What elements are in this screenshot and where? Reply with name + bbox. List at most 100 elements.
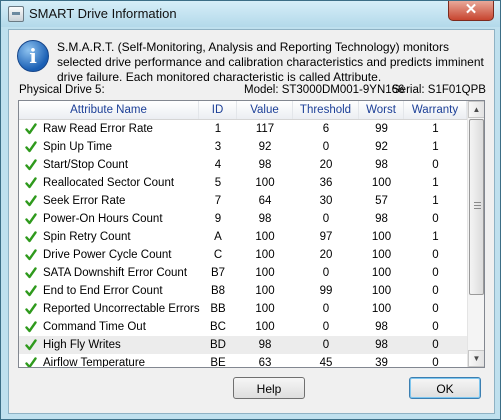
- scroll-up-button[interactable]: ▲: [468, 101, 484, 118]
- threshold-cell: 0: [322, 267, 330, 279]
- threshold-cell: 6: [322, 123, 330, 135]
- warranty-cell: 1: [432, 141, 439, 153]
- smart-description: S.M.A.R.T. (Self-Monitoring, Analysis an…: [57, 40, 484, 84]
- attributes-table: Attribute Name ID Value Threshold Worst …: [18, 100, 485, 368]
- worst-cell: 98: [375, 339, 388, 351]
- table-row[interactable]: End to End Error Count B8 100 99 100 0: [19, 282, 467, 300]
- worst-cell: 57: [375, 195, 388, 207]
- vertical-scrollbar[interactable]: ▲ ▼: [467, 101, 484, 367]
- green-check-icon: [25, 213, 37, 225]
- value-cell: 100: [255, 267, 275, 279]
- worst-cell: 100: [371, 285, 392, 297]
- table-body: Raw Read Error Rate 1 117 6 99 1 Spin Up Time 3…: [19, 120, 467, 368]
- attribute-name-cell: Airflow Temperature: [43, 357, 146, 368]
- header-value[interactable]: Value: [237, 101, 293, 119]
- value-cell: 98: [258, 213, 272, 225]
- thumb-grip: [474, 208, 481, 209]
- worst-cell: 99: [375, 123, 388, 135]
- value-cell: 100: [255, 285, 275, 297]
- warranty-cell: 0: [432, 159, 439, 171]
- serial-label: Serial: S1F01QPB: [392, 84, 486, 96]
- attribute-name-cell: Drive Power Cycle Count: [43, 249, 172, 261]
- drive-details: Physical Drive 5: Model: ST3000DM001-9YN…: [19, 84, 486, 100]
- scroll-down-button[interactable]: ▼: [468, 350, 484, 367]
- header-worst[interactable]: Worst: [359, 101, 404, 119]
- header-warranty[interactable]: Warranty: [404, 101, 467, 119]
- worst-cell: 98: [375, 213, 388, 225]
- threshold-cell: 0: [322, 141, 330, 153]
- warranty-cell: 0: [432, 339, 439, 351]
- warranty-cell: 0: [432, 213, 439, 225]
- help-button[interactable]: Help: [233, 377, 305, 399]
- worst-cell: 98: [375, 159, 388, 171]
- header-threshold[interactable]: Threshold: [293, 101, 359, 119]
- worst-cell: 39: [375, 357, 388, 368]
- id-cell: BE: [210, 357, 226, 368]
- id-cell: BC: [210, 321, 226, 333]
- green-check-icon: [25, 303, 37, 315]
- title-bar[interactable]: SMART Drive Information ✕: [1, 1, 500, 27]
- value-cell: 92: [258, 141, 272, 153]
- attribute-name-cell: End to End Error Count: [43, 285, 163, 297]
- warranty-cell: 0: [432, 285, 439, 297]
- table-row[interactable]: Reallocated Sector Count 5 100 36 100 1: [19, 174, 467, 192]
- value-cell: 98: [258, 159, 272, 171]
- thumb-grip: [474, 205, 481, 206]
- green-check-icon: [25, 267, 37, 279]
- close-button[interactable]: ✕: [448, 1, 494, 21]
- green-check-icon: [25, 249, 37, 261]
- attribute-name-cell: Start/Stop Count: [43, 159, 129, 171]
- warranty-cell: 0: [432, 303, 439, 315]
- warranty-cell: 0: [432, 267, 439, 279]
- table-header: Attribute Name ID Value Threshold Worst …: [19, 101, 467, 120]
- value-cell: 100: [255, 231, 275, 243]
- table-row[interactable]: Raw Read Error Rate 1 117 6 99 1: [19, 120, 467, 138]
- attribute-name-cell: Spin Up Time: [43, 141, 113, 153]
- threshold-cell: 97: [319, 231, 333, 243]
- id-cell: BD: [210, 339, 226, 351]
- attribute-name-cell: Command Time Out: [43, 321, 146, 333]
- id-cell: 9: [214, 213, 222, 225]
- table-row[interactable]: Seek Error Rate 7 64 30 57 1: [19, 192, 467, 210]
- table-row[interactable]: Start/Stop Count 4 98 20 98 0: [19, 156, 467, 174]
- table-row[interactable]: Drive Power Cycle Count C 100 20 100 0: [19, 246, 467, 264]
- table-row[interactable]: SATA Downshift Error Count B7 100 0 100 0: [19, 264, 467, 282]
- table-row[interactable]: High Fly Writes BD 98 0 98 0: [19, 336, 467, 354]
- green-check-icon: [25, 231, 37, 243]
- id-cell: 1: [214, 123, 222, 135]
- table-row[interactable]: Spin Retry Count A 100 97 100 1: [19, 228, 467, 246]
- id-cell: A: [214, 231, 222, 243]
- attribute-name-cell: Power-On Hours Count: [43, 213, 163, 225]
- table-row[interactable]: Reported Uncorrectable Errors BB 100 0 100 0: [19, 300, 467, 318]
- header-attribute-name[interactable]: Attribute Name: [19, 101, 199, 119]
- ok-button[interactable]: OK: [409, 377, 481, 399]
- drive-app-icon: [8, 6, 24, 22]
- attribute-name-cell: SATA Downshift Error Count: [43, 267, 188, 279]
- table-row[interactable]: Command Time Out BC 100 0 98 0: [19, 318, 467, 336]
- threshold-cell: 20: [319, 159, 333, 171]
- threshold-cell: 0: [322, 303, 330, 315]
- value-cell: 100: [255, 303, 275, 315]
- table-row[interactable]: Power-On Hours Count 9 98 0 98 0: [19, 210, 467, 228]
- worst-cell: 100: [371, 231, 392, 243]
- threshold-cell: 20: [319, 249, 333, 261]
- header-id[interactable]: ID: [199, 101, 237, 119]
- scroll-thumb[interactable]: [469, 119, 484, 295]
- id-cell: 3: [214, 141, 222, 153]
- green-check-icon: [25, 177, 37, 189]
- window-title: SMART Drive Information: [29, 6, 177, 21]
- attribute-name-cell: Spin Retry Count: [43, 231, 131, 243]
- value-cell: 64: [258, 195, 272, 207]
- green-check-icon: [25, 195, 37, 207]
- table-row[interactable]: Airflow Temperature BE 63 45 39 0: [19, 354, 467, 368]
- value-cell: 100: [255, 249, 275, 261]
- info-icon: i: [17, 40, 49, 72]
- attribute-name-cell: Raw Read Error Rate: [43, 123, 153, 135]
- worst-cell: 92: [375, 141, 388, 153]
- physical-drive-label: Physical Drive 5:: [19, 84, 105, 96]
- table-row[interactable]: Spin Up Time 3 92 0 92 1: [19, 138, 467, 156]
- attribute-name-cell: Seek Error Rate: [43, 195, 126, 207]
- value-cell: 100: [255, 177, 275, 189]
- warranty-cell: 1: [432, 177, 439, 189]
- worst-cell: 100: [371, 177, 392, 189]
